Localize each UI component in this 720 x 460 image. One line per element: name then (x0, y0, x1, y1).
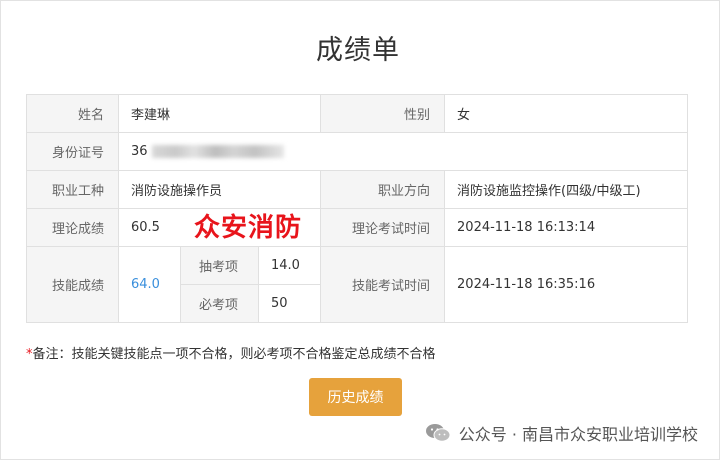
skill-time-label: 技能考试时间 (320, 246, 446, 323)
required-item-label: 必考项 (180, 284, 259, 323)
theory-score-label: 理论成绩 (26, 208, 119, 247)
footer-text: 公众号 · 南昌市众安职业培训学校 (458, 425, 698, 444)
gender-value: 女 (444, 94, 689, 133)
required-item-value: 50 (257, 284, 322, 323)
name-value: 李建琳 (117, 94, 322, 133)
skill-score-value[interactable]: 64.0 (118, 246, 181, 323)
page-title: 成绩单 (316, 35, 400, 66)
id-number-label: 身份证号 (26, 132, 119, 171)
occupation-label: 职业工种 (26, 170, 119, 209)
id-number-value: 36 (117, 132, 689, 171)
skill-time-value: 2024-11-18 16:35:16 (444, 246, 689, 323)
direction-value: 消防设施监控操作(四级/中级工) (444, 170, 689, 209)
history-score-button[interactable]: 历史成绩 (309, 378, 402, 416)
table-row: 身份证号 36 (26, 132, 689, 171)
table-row: 理论成绩 60.5 理论考试时间 2024-11-18 16:13:14 (26, 208, 689, 247)
sample-item-label: 抽考项 (180, 246, 259, 285)
grade-table: 姓名 李建琳 性别 女 身份证号 36 职业工种 消防设施操作员 职业方向 消防… (26, 94, 689, 323)
theory-time-value: 2024-11-18 16:13:14 (444, 208, 689, 247)
note-text: 备注：技能关键技能点一项不合格，则必考项不合格鉴定总成绩不合格 (32, 347, 436, 362)
table-row: 职业工种 消防设施操作员 职业方向 消防设施监控操作(四级/中级工) (26, 170, 689, 209)
name-label: 姓名 (26, 94, 119, 133)
table-row: 姓名 李建琳 性别 女 (26, 94, 689, 133)
sample-item-value: 14.0 (257, 246, 322, 285)
footer-attribution: 公众号 · 南昌市众安职业培训学校 (425, 421, 698, 445)
wechat-icon (425, 423, 451, 443)
table-row: 技能成绩 64.0 抽考项 14.0 技能考试时间 2024-11-18 16:… (26, 246, 689, 323)
note: *备注：技能关键技能点一项不合格，则必考项不合格鉴定总成绩不合格 (26, 343, 436, 362)
id-number-redaction (151, 145, 284, 158)
direction-label: 职业方向 (320, 170, 446, 209)
watermark-text: 众安消防 (194, 213, 303, 243)
occupation-value: 消防设施操作员 (117, 170, 322, 209)
theory-time-label: 理论考试时间 (320, 208, 446, 247)
skill-score-label: 技能成绩 (26, 246, 119, 323)
id-number-visible: 36 (131, 144, 148, 159)
gender-label: 性别 (320, 94, 446, 133)
